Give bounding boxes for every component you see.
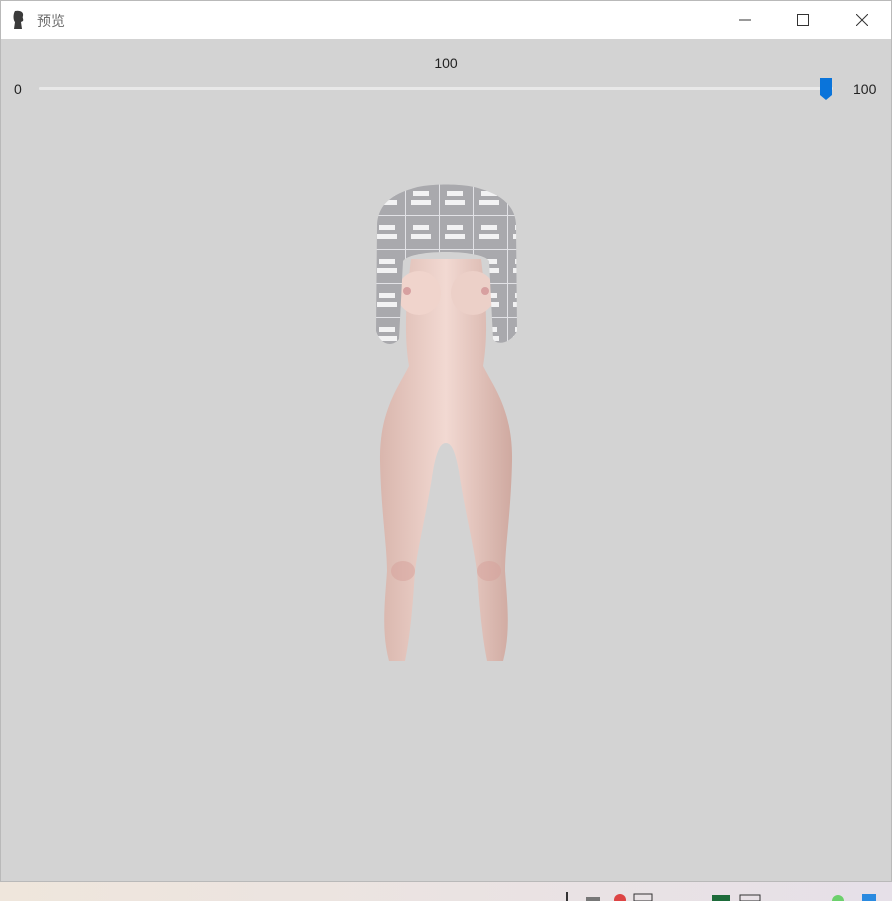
title-bar[interactable]: 预览 [1, 1, 891, 39]
tray-icon-2 [586, 897, 600, 901]
slider-thumb[interactable] [819, 77, 833, 101]
slider-min-label: 0 [14, 81, 22, 97]
tray-icon-1 [566, 892, 568, 901]
app-icon [13, 10, 24, 29]
minimize-icon [739, 19, 751, 21]
close-icon [856, 14, 868, 26]
slider-track[interactable] [39, 87, 833, 90]
minimize-button[interactable] [722, 1, 768, 39]
maximize-icon [797, 14, 809, 26]
tray-icon-7 [832, 895, 844, 901]
tray-icon-3 [614, 894, 626, 901]
preview-window: 预览 100 0 100 [0, 0, 892, 882]
slider-max-label: 100 [853, 81, 877, 97]
system-tray [566, 892, 876, 901]
window-title: 预览 [37, 13, 65, 29]
close-button[interactable] [839, 1, 885, 39]
tray-icon-4 [633, 893, 653, 901]
model-figure[interactable] [371, 181, 521, 666]
maximize-button[interactable] [780, 1, 826, 39]
slider-value-label: 100 [434, 55, 458, 71]
tray-icon-6 [739, 894, 761, 901]
tray-icon-5 [712, 895, 730, 901]
